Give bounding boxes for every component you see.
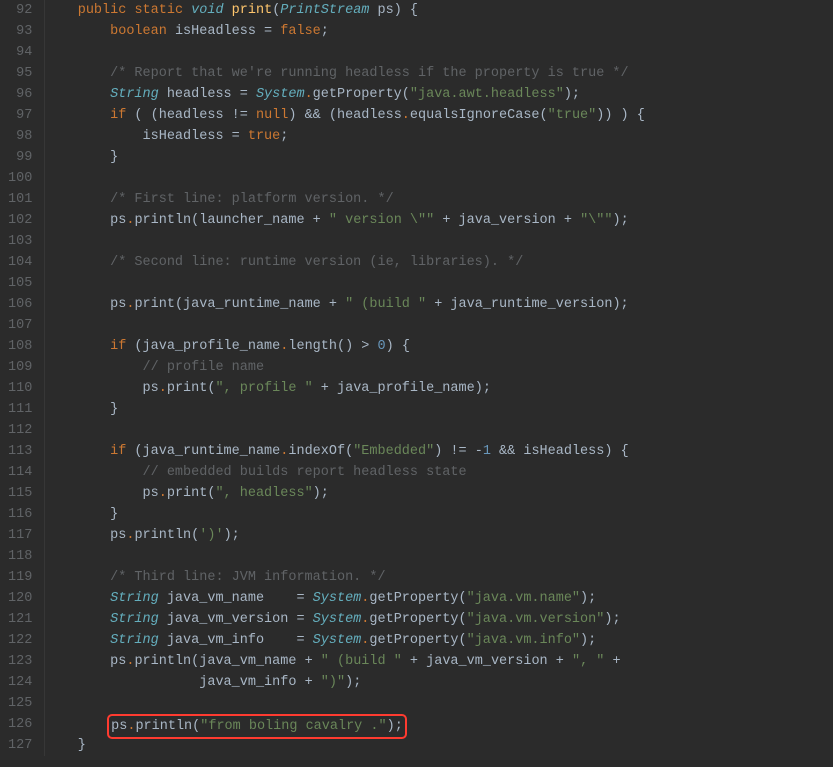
code-line[interactable]: ps.println(launcher_name + " version \""… — [45, 210, 833, 231]
code-line[interactable]: String java_vm_name = System.getProperty… — [45, 588, 833, 609]
line-number: 107 — [8, 315, 32, 336]
line-number: 115 — [8, 483, 32, 504]
line-number: 95 — [8, 63, 32, 84]
code-line[interactable]: } — [45, 147, 833, 168]
line-number: 118 — [8, 546, 32, 567]
line-number: 108 — [8, 336, 32, 357]
line-number: 126 — [8, 714, 32, 735]
code-line[interactable] — [45, 168, 833, 189]
code-line[interactable]: // embedded builds report headless state — [45, 462, 833, 483]
line-number: 127 — [8, 735, 32, 756]
code-line[interactable]: java_vm_info + ")"); — [45, 672, 833, 693]
line-number: 112 — [8, 420, 32, 441]
line-number: 125 — [8, 693, 32, 714]
code-line[interactable]: boolean isHeadless = false; — [45, 21, 833, 42]
line-number-gutter: 9293949596979899100101102103104105106107… — [0, 0, 45, 756]
code-line[interactable]: if ( (headless != null) && (headless.equ… — [45, 105, 833, 126]
code-editor[interactable]: 9293949596979899100101102103104105106107… — [0, 0, 833, 756]
code-line[interactable] — [45, 273, 833, 294]
code-line[interactable] — [45, 315, 833, 336]
line-number: 103 — [8, 231, 32, 252]
line-number: 120 — [8, 588, 32, 609]
line-number: 97 — [8, 105, 32, 126]
code-line[interactable]: /* Report that we're running headless if… — [45, 63, 833, 84]
code-line[interactable]: if (java_runtime_name.indexOf("Embedded"… — [45, 441, 833, 462]
line-number: 99 — [8, 147, 32, 168]
code-line[interactable] — [45, 42, 833, 63]
line-number: 123 — [8, 651, 32, 672]
line-number: 113 — [8, 441, 32, 462]
code-line[interactable] — [45, 231, 833, 252]
code-line[interactable] — [45, 693, 833, 714]
code-line[interactable]: /* Third line: JVM information. */ — [45, 567, 833, 588]
code-line[interactable]: } — [45, 504, 833, 525]
line-number: 102 — [8, 210, 32, 231]
line-number: 94 — [8, 42, 32, 63]
code-line[interactable]: // profile name — [45, 357, 833, 378]
line-number: 106 — [8, 294, 32, 315]
code-line[interactable] — [45, 546, 833, 567]
highlighted-code[interactable]: ps.println("from boling cavalry ."); — [107, 714, 407, 739]
code-line[interactable]: ps.println("from boling cavalry ."); — [45, 714, 833, 735]
line-number: 121 — [8, 609, 32, 630]
code-line[interactable]: /* Second line: runtime version (ie, lib… — [45, 252, 833, 273]
line-number: 124 — [8, 672, 32, 693]
line-number: 96 — [8, 84, 32, 105]
line-number: 111 — [8, 399, 32, 420]
code-line[interactable]: ps.print(java_runtime_name + " (build " … — [45, 294, 833, 315]
line-number: 109 — [8, 357, 32, 378]
line-number: 122 — [8, 630, 32, 651]
line-number: 92 — [8, 0, 32, 21]
line-number: 100 — [8, 168, 32, 189]
code-line[interactable]: String java_vm_info = System.getProperty… — [45, 630, 833, 651]
code-line[interactable]: ps.println(')'); — [45, 525, 833, 546]
code-line[interactable]: } — [45, 399, 833, 420]
line-number: 105 — [8, 273, 32, 294]
line-number: 101 — [8, 189, 32, 210]
code-line[interactable]: String headless = System.getProperty("ja… — [45, 84, 833, 105]
code-line[interactable]: String java_vm_version = System.getPrope… — [45, 609, 833, 630]
code-content[interactable]: public static void print(PrintStream ps)… — [45, 0, 833, 756]
line-number: 114 — [8, 462, 32, 483]
line-number: 116 — [8, 504, 32, 525]
line-number: 93 — [8, 21, 32, 42]
line-number: 110 — [8, 378, 32, 399]
line-number: 117 — [8, 525, 32, 546]
line-number: 119 — [8, 567, 32, 588]
code-line[interactable]: ps.println(java_vm_name + " (build " + j… — [45, 651, 833, 672]
code-line[interactable]: if (java_profile_name.length() > 0) { — [45, 336, 833, 357]
code-line[interactable] — [45, 420, 833, 441]
line-number: 104 — [8, 252, 32, 273]
code-line[interactable]: ps.print(", profile " + java_profile_nam… — [45, 378, 833, 399]
line-number: 98 — [8, 126, 32, 147]
code-line[interactable]: public static void print(PrintStream ps)… — [45, 0, 833, 21]
code-line[interactable]: ps.print(", headless"); — [45, 483, 833, 504]
code-line[interactable]: /* First line: platform version. */ — [45, 189, 833, 210]
code-line[interactable]: isHeadless = true; — [45, 126, 833, 147]
